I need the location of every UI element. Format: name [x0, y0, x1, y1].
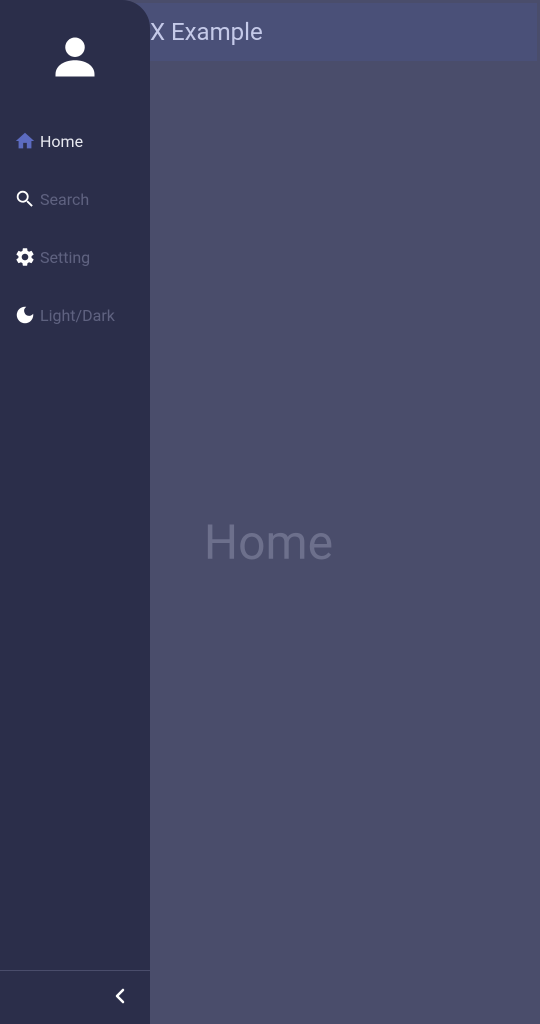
navigation-drawer: Home Search Setting	[0, 0, 150, 1024]
avatar-icon	[49, 31, 101, 87]
drawer-item-home[interactable]: Home	[0, 112, 150, 170]
app-bar-title: X Example	[150, 18, 263, 46]
drawer-item-setting[interactable]: Setting	[0, 228, 150, 286]
settings-icon	[14, 246, 36, 268]
drawer-item-label: Home	[40, 132, 83, 151]
page-title: Home	[204, 514, 333, 571]
drawer-header	[0, 0, 150, 108]
drawer-item-label: Search	[40, 190, 89, 209]
drawer-item-label: Setting	[40, 248, 90, 267]
moon-icon	[14, 304, 36, 326]
chevron-left-icon[interactable]	[108, 984, 132, 1012]
drawer-items: Home Search Setting	[0, 108, 150, 970]
drawer-item-theme[interactable]: Light/Dark	[0, 286, 150, 344]
drawer-item-label: Light/Dark	[40, 306, 115, 325]
drawer-item-search[interactable]: Search	[0, 170, 150, 228]
drawer-footer	[0, 970, 150, 1024]
home-icon	[14, 130, 36, 152]
search-icon	[14, 188, 36, 210]
